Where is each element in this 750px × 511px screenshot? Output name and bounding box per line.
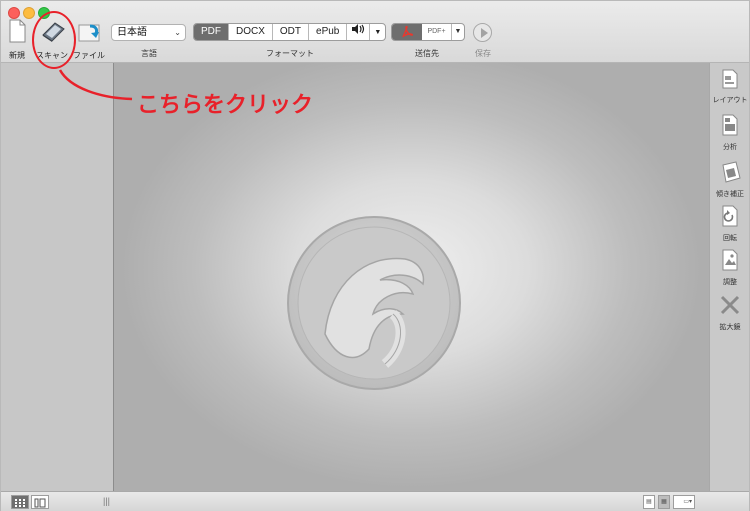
annotation-arrow-line [58, 69, 133, 101]
annotation-text: こちらをクリック [137, 92, 314, 117]
